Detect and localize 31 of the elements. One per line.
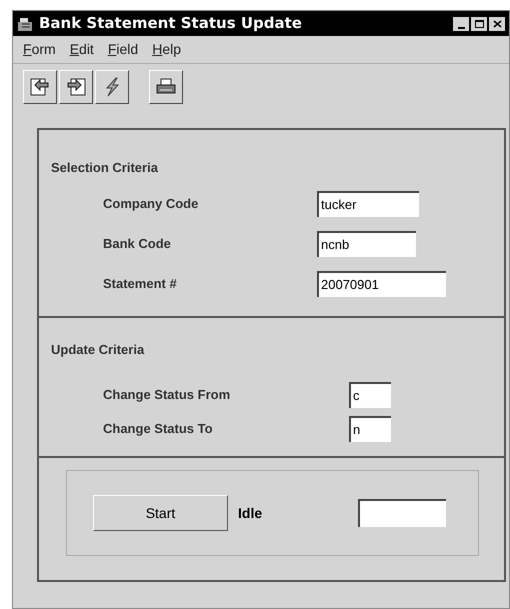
toolbar-button[interactable] (149, 70, 183, 104)
field-label: Bank Code (103, 235, 172, 254)
input-field[interactable]: n (349, 416, 391, 442)
field-label: Change Status To (103, 420, 214, 438)
close-button[interactable] (489, 16, 505, 30)
toolbar-button[interactable] (23, 70, 57, 104)
toolbar-button[interactable] (95, 70, 129, 104)
toolbar-button[interactable] (59, 70, 93, 104)
back-arrow-icon (29, 76, 51, 98)
minimize-button[interactable] (453, 16, 469, 30)
forward-arrow-icon (65, 76, 87, 98)
section-title: Update Criteria (51, 341, 144, 359)
menu-item[interactable]: Help (152, 39, 181, 60)
status-field[interactable] (358, 499, 446, 527)
input-field[interactable]: c (349, 382, 391, 408)
input-field[interactable]: tucker (317, 191, 419, 217)
status-text: Idle (238, 504, 262, 522)
menu-item[interactable]: Form (23, 39, 56, 60)
input-field[interactable]: ncnb (317, 231, 416, 257)
menu-item[interactable]: Field (108, 39, 138, 60)
window-title: Bank Statement Status Update (39, 13, 302, 34)
app-icon (17, 16, 35, 32)
field-label: Company Code (103, 195, 200, 214)
section-title: Selection Criteria (51, 159, 158, 177)
start-button[interactable]: Start (93, 495, 228, 531)
field-label: Change Status From (103, 386, 232, 404)
close-icon (492, 20, 502, 28)
field-label: Statement # (103, 275, 178, 294)
maximize-button[interactable] (471, 16, 487, 30)
input-field[interactable]: 20070901 (317, 271, 446, 297)
menu-item[interactable]: Edit (70, 39, 94, 60)
